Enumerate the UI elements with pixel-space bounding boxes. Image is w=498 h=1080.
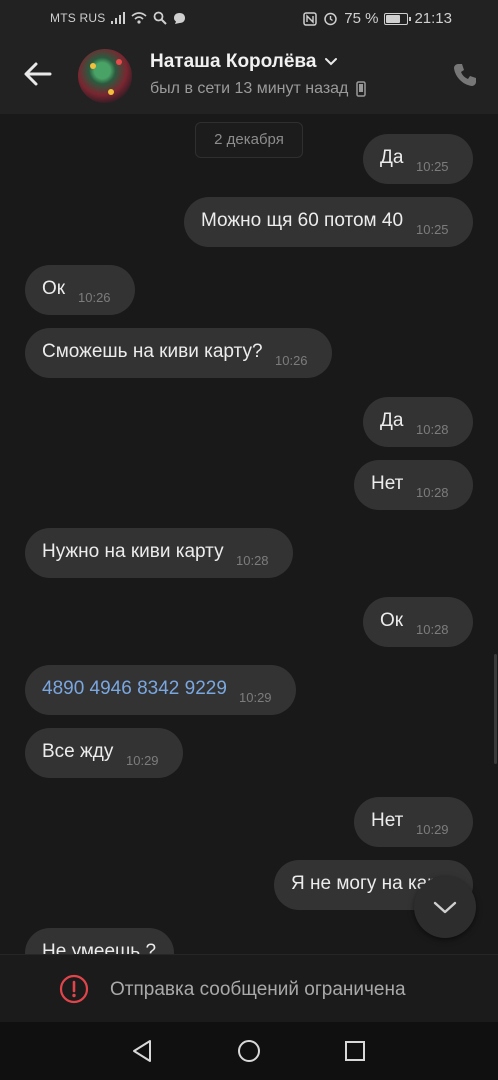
date-separator: 2 декабря: [195, 122, 303, 158]
message-time: 10:29: [126, 753, 159, 768]
message-time: 10:26: [78, 290, 111, 305]
phone-icon[interactable]: [450, 60, 480, 90]
alarm-icon: [324, 12, 337, 26]
status-bar: MTS RUS 75 % 21:13: [0, 0, 498, 38]
message-text: Не умеешь ?: [42, 941, 157, 954]
incoming-message[interactable]: Все жду 10:29: [25, 728, 183, 778]
outgoing-message[interactable]: Ок 10:28: [363, 597, 473, 647]
message-time: 10:25: [416, 222, 449, 237]
message-time: 10:28: [416, 485, 449, 500]
restricted-text: Отправка сообщений ограничена: [110, 979, 406, 1000]
message-text: Да: [380, 147, 404, 168]
outgoing-message[interactable]: Да 10:25: [363, 134, 473, 184]
message-time: 10:28: [416, 422, 449, 437]
message-time: 10:29: [239, 690, 272, 705]
message-text: Сможешь на киви карту?: [42, 341, 263, 362]
chat-header: Наташа Королёва был в сети 13 минут наза…: [0, 38, 498, 114]
messaging-restricted-banner: Отправка сообщений ограничена: [0, 954, 498, 1023]
carrier-name: MTS RUS: [50, 11, 106, 25]
incoming-message[interactable]: Нужно на киви карту 10:28: [25, 528, 293, 578]
search-icon: [154, 11, 168, 25]
message-time: 10:28: [416, 622, 449, 637]
incoming-message[interactable]: Не умеешь ?: [25, 928, 174, 954]
outgoing-message[interactable]: Можно щя 60 потом 40 10:25: [184, 197, 473, 247]
status-bar-right: 75 % 21:13: [303, 10, 452, 27]
message-text: Да: [380, 410, 404, 431]
contact-status: был в сети 13 минут назад: [150, 80, 367, 98]
chat-messages[interactable]: 2 декабря Да 10:25 Можно щя 60 потом 40 10:…: [0, 114, 498, 954]
battery-percent: 75 %: [344, 10, 379, 27]
scrollbar[interactable]: [494, 654, 497, 764]
message-time: 10:26: [275, 353, 308, 368]
battery-fill: [386, 14, 401, 23]
home-circle-icon[interactable]: [236, 1038, 262, 1064]
incoming-message[interactable]: Сможешь на киви карту? 10:26: [25, 328, 332, 378]
battery-icon: [384, 12, 412, 25]
outgoing-message[interactable]: Да 10:28: [363, 397, 473, 447]
message-text: Можно щя 60 потом 40: [201, 210, 404, 231]
message-text: Нужно на киви карту: [42, 541, 224, 562]
message-text: Нет: [371, 473, 404, 494]
outgoing-message[interactable]: Нет 10:29: [354, 797, 473, 847]
contact-name[interactable]: Наташа Королёва: [150, 51, 338, 73]
mobile-device-icon: [356, 81, 367, 97]
message-text: Ок: [380, 610, 404, 631]
signal-icon: [111, 12, 126, 24]
card-number-link[interactable]: 4890 4946 8342 9229: [42, 678, 227, 700]
incoming-message[interactable]: 4890 4946 8342 9229 10:29: [25, 665, 296, 715]
wifi-icon: [131, 12, 147, 24]
chevron-down-icon: [433, 901, 457, 914]
warning-icon: [59, 974, 89, 1004]
status-bar-left: MTS RUS: [50, 11, 186, 25]
chevron-down-icon: [325, 58, 338, 66]
incoming-message[interactable]: Ок 10:26: [25, 265, 135, 315]
avatar[interactable]: [78, 49, 132, 103]
outgoing-message[interactable]: Нет 10:28: [354, 460, 473, 510]
contact-name-text: Наташа Королёва: [150, 51, 317, 72]
back-triangle-icon[interactable]: [130, 1038, 156, 1064]
system-nav-bar: [0, 1022, 498, 1080]
chat-icon: [174, 12, 186, 24]
message-time: 10:28: [236, 553, 269, 568]
message-text: Ок: [42, 278, 66, 299]
nfc-icon: [303, 11, 317, 26]
scroll-to-bottom-button[interactable]: [414, 876, 476, 938]
message-time: 10:25: [416, 159, 449, 174]
recents-square-icon[interactable]: [342, 1038, 368, 1064]
message-text: Все жду: [42, 741, 114, 762]
back-arrow-icon[interactable]: [20, 56, 56, 92]
message-time: 10:29: [416, 822, 449, 837]
last-seen-text: был в сети 13 минут назад: [150, 80, 349, 97]
message-text: Нет: [371, 810, 404, 831]
clock: 21:13: [414, 10, 452, 27]
